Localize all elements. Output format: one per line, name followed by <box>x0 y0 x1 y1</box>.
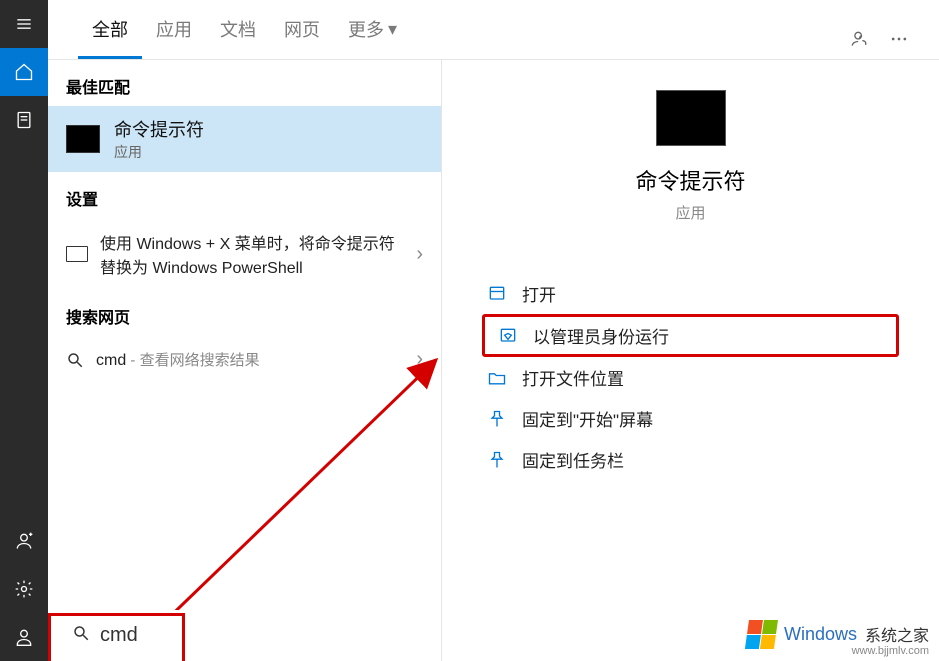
best-match-item[interactable]: 命令提示符 应用 <box>48 106 441 172</box>
action-open[interactable]: 打开 <box>482 273 899 314</box>
web-result-text: cmd - 查看网络搜索结果 <box>96 349 404 370</box>
detail-subtitle: 应用 <box>482 202 899 223</box>
folder-icon <box>486 367 508 389</box>
detail-app-icon <box>656 90 726 146</box>
action-pin-start-label: 固定到"开始"屏幕 <box>522 406 653 431</box>
chevron-right-icon: › <box>416 348 423 371</box>
tab-more-label: 更多 <box>348 16 384 42</box>
section-web: 搜索网页 <box>48 290 441 336</box>
search-panel: 全部 应用 文档 网页 更多 ▾ 最佳匹配 命令提示符 应用 设置 <box>48 0 939 661</box>
action-open-location[interactable]: 打开文件位置 <box>482 357 899 398</box>
web-result-term: cmd <box>96 352 126 369</box>
results-list: 最佳匹配 命令提示符 应用 设置 使用 Windows + X 菜单时，将命令提… <box>48 60 442 661</box>
sidebar-home-button[interactable] <box>0 48 48 96</box>
web-result-item[interactable]: cmd - 查看网络搜索结果 › <box>48 336 441 383</box>
tab-web[interactable]: 网页 <box>270 0 334 59</box>
sidebar-documents-button[interactable] <box>0 96 48 144</box>
section-settings: 设置 <box>48 172 441 218</box>
filter-tabs: 全部 应用 文档 网页 更多 ▾ <box>48 0 939 60</box>
action-run-as-admin[interactable]: 以管理员身份运行 <box>482 314 899 357</box>
sidebar-settings-button[interactable] <box>0 565 48 613</box>
section-best-match: 最佳匹配 <box>48 60 441 106</box>
action-run-as-admin-label: 以管理员身份运行 <box>533 323 669 348</box>
action-pin-taskbar-label: 固定到任务栏 <box>522 447 624 472</box>
sidebar-profile-button[interactable] <box>0 613 48 661</box>
watermark-site: 系统之家 <box>865 622 929 646</box>
action-open-label: 打开 <box>522 281 556 306</box>
action-open-location-label: 打开文件位置 <box>522 365 624 390</box>
start-sidebar <box>0 0 48 661</box>
pin-taskbar-icon <box>486 449 508 471</box>
feedback-button[interactable] <box>839 19 879 59</box>
windows-logo-icon <box>744 619 778 649</box>
sidebar-menu-button[interactable] <box>0 0 48 48</box>
tab-all[interactable]: 全部 <box>78 0 142 59</box>
tab-apps[interactable]: 应用 <box>142 0 206 59</box>
detail-actions: 打开 以管理员身份运行 打开文件位置 固定到"开始"屏幕 固定到任务栏 <box>482 273 899 480</box>
tab-more[interactable]: 更多 ▾ <box>334 0 411 59</box>
search-bar[interactable] <box>48 610 389 661</box>
settings-result-text: 使用 Windows + X 菜单时，将命令提示符替换为 Windows Pow… <box>100 230 404 278</box>
search-icon <box>66 351 84 369</box>
action-pin-taskbar[interactable]: 固定到任务栏 <box>482 439 899 480</box>
best-match-title: 命令提示符 <box>114 116 204 142</box>
search-input[interactable] <box>100 624 365 647</box>
action-pin-start[interactable]: 固定到"开始"屏幕 <box>482 398 899 439</box>
web-result-suffix: - 查看网络搜索结果 <box>126 352 259 369</box>
more-options-button[interactable] <box>879 19 919 59</box>
tab-documents[interactable]: 文档 <box>206 0 270 59</box>
chevron-right-icon: › <box>416 243 423 266</box>
chevron-down-icon: ▾ <box>388 19 397 40</box>
watermark: Windows 系统之家 www.bjjmlv.com <box>736 613 939 655</box>
shield-icon <box>497 325 519 347</box>
search-icon <box>72 624 90 647</box>
best-match-subtitle: 应用 <box>114 142 204 162</box>
result-detail: 命令提示符 应用 打开 以管理员身份运行 打开文件位置 固定到"开始"屏幕 <box>442 60 939 661</box>
detail-title: 命令提示符 <box>482 164 899 196</box>
open-icon <box>486 283 508 305</box>
cmd-icon <box>66 125 100 153</box>
watermark-url: www.bjjmlv.com <box>852 645 929 657</box>
pin-start-icon <box>486 408 508 430</box>
settings-result-item[interactable]: 使用 Windows + X 菜单时，将命令提示符替换为 Windows Pow… <box>48 218 441 290</box>
watermark-brand: Windows <box>784 624 857 645</box>
monitor-icon <box>66 246 88 262</box>
results-area: 最佳匹配 命令提示符 应用 设置 使用 Windows + X 菜单时，将命令提… <box>48 60 939 661</box>
sidebar-account-button[interactable] <box>0 517 48 565</box>
